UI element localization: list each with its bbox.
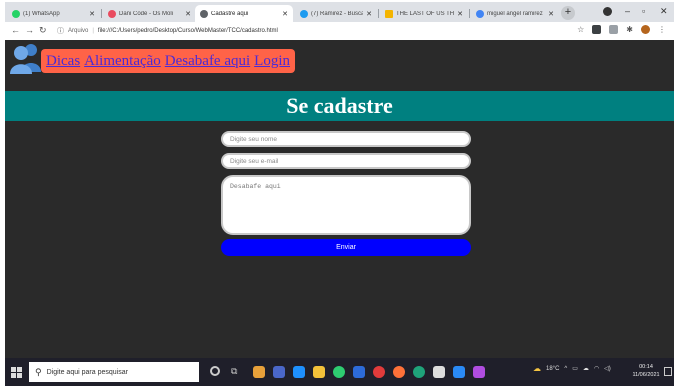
url-scheme: Arquivo <box>68 28 89 34</box>
nav-link-dicas[interactable]: Dicas <box>46 53 80 70</box>
top-navigation: Dicas Alimentação Desabafe aqui Login <box>41 49 296 73</box>
new-tab-button[interactable]: + <box>561 6 575 20</box>
page-title: Se cadastre <box>286 93 393 118</box>
title-bar: Se cadastre <box>5 91 674 121</box>
cortana-icon[interactable] <box>210 366 220 376</box>
info-icon[interactable]: ⓘ <box>57 26 64 36</box>
weather-temp[interactable]: 18°C <box>546 366 559 372</box>
maximize-button[interactable]: ▫ <box>642 6 645 16</box>
close-window-button[interactable]: ✕ <box>660 6 668 17</box>
opera-icon[interactable] <box>373 366 385 378</box>
app-icon[interactable] <box>473 366 485 378</box>
clock-time: 00:14 <box>639 364 653 370</box>
close-tab-icon[interactable]: ✕ <box>89 10 95 18</box>
system-tray: ☁ 18°C ^ ▭ ☁ ◠ ◁) <box>533 364 611 373</box>
taskbar-search[interactable]: ⚲ Digite aqui para pesquisar <box>29 362 199 382</box>
browser-toolbar: ← → ↻ ⓘ Arquivo | file:///C:/Users/pedro… <box>5 22 674 41</box>
nav-link-alimentacao[interactable]: Alimentação <box>84 53 161 70</box>
desktop-screen: (1) WhatsApp ✕ Dani Code - Os Moli ✕ Cad… <box>5 2 674 386</box>
network-icon[interactable]: ▭ <box>572 365 578 372</box>
avatar-icon[interactable] <box>641 25 650 34</box>
cloud-icon[interactable]: ☁ <box>583 365 589 372</box>
tab-twitter[interactable]: (7) Ramirez - Busca d... ✕ <box>295 5 377 22</box>
tab-cadastre[interactable]: Cadastre aqui ✕ <box>195 5 293 22</box>
task-view-icon[interactable]: ⧉ <box>231 366 237 377</box>
tab-dani-code[interactable]: Dani Code - Os Moli ✕ <box>103 5 196 22</box>
page-content: Dicas Alimentação Desabafe aqui Login Se… <box>5 40 674 358</box>
weather-icon[interactable]: ☁ <box>533 364 541 373</box>
nav-link-login[interactable]: Login <box>254 53 290 70</box>
chevron-up-icon[interactable]: ^ <box>564 366 567 372</box>
extension-icon[interactable] <box>609 25 619 34</box>
bookmark-star-icon[interactable]: ☆ <box>577 25 584 34</box>
store-icon[interactable] <box>433 366 445 378</box>
profile-icon[interactable] <box>603 7 612 16</box>
search-icon: ⚲ <box>35 366 42 377</box>
forward-arrow-icon[interactable]: → <box>25 25 34 35</box>
tab-whatsapp[interactable]: (1) WhatsApp ✕ <box>7 5 100 22</box>
close-tab-icon[interactable]: ✕ <box>185 10 191 18</box>
wifi-icon[interactable]: ◠ <box>594 365 599 372</box>
close-tab-icon[interactable]: ✕ <box>282 10 288 18</box>
windows-taskbar: ⚲ Digite aqui para pesquisar ⧉ ☁ 18°C ^ … <box>5 358 674 386</box>
browser-tab-strip: (1) WhatsApp ✕ Dani Code - Os Moli ✕ Cad… <box>5 2 674 22</box>
whatsapp-icon <box>12 9 20 18</box>
back-arrow-icon[interactable]: ← <box>11 25 20 35</box>
windows-start-icon[interactable] <box>11 367 22 378</box>
firefox-icon[interactable] <box>393 366 405 378</box>
menu-icon[interactable]: ⋮ <box>658 25 666 34</box>
tab-title: THE LAST OF US THE <box>396 10 455 17</box>
tab-title: Dani Code - Os Moli <box>119 10 174 17</box>
tab-title: Cadastre aqui <box>211 10 249 17</box>
globe-icon <box>200 9 208 18</box>
signup-form: Digite seu nome Digite seu e-mail Desaba… <box>221 131 471 256</box>
puzzle-icon[interactable]: ✱ <box>626 25 633 34</box>
message-textarea[interactable]: Desabafe aqui <box>221 175 471 235</box>
app-icon[interactable] <box>293 366 305 378</box>
search-placeholder: Digite aqui para pesquisar <box>46 368 128 376</box>
reload-icon[interactable]: ↻ <box>39 25 47 36</box>
submit-button[interactable]: Enviar <box>221 239 471 256</box>
minimize-button[interactable]: – <box>625 6 630 16</box>
app-icon[interactable] <box>253 366 265 378</box>
app-icon[interactable] <box>273 366 285 378</box>
close-tab-icon[interactable]: ✕ <box>457 10 463 18</box>
email-input[interactable]: Digite seu e-mail <box>221 153 471 169</box>
notification-icon[interactable] <box>664 367 672 376</box>
volume-icon[interactable]: ◁) <box>604 365 611 372</box>
vscode-icon[interactable] <box>453 366 465 378</box>
tab-title: (1) WhatsApp <box>23 10 60 17</box>
users-logo-icon <box>10 44 41 74</box>
close-tab-icon[interactable]: ✕ <box>366 10 372 18</box>
tab-google-search[interactable]: miguel angel ramirez ✕ <box>471 5 559 22</box>
clock-date: 11/06/2021 <box>632 372 660 378</box>
name-input[interactable]: Digite seu nome <box>221 131 471 147</box>
folder-icon[interactable] <box>313 366 325 378</box>
browser-actions: ☆ ✱ ⋮ <box>577 25 666 34</box>
close-tab-icon[interactable]: ✕ <box>548 10 554 18</box>
twitter-icon <box>300 9 308 18</box>
url-text: file:///C:/Users/pedro/Desktop/Curso/Web… <box>97 28 278 34</box>
edge-icon[interactable] <box>413 366 425 378</box>
site-icon <box>108 9 116 18</box>
spotify-icon[interactable] <box>333 366 345 378</box>
tab-title: (7) Ramirez - Busca d... <box>311 10 364 17</box>
address-bar[interactable]: ⓘ Arquivo | file:///C:/Users/pedro/Deskt… <box>57 25 577 37</box>
google-icon <box>476 9 484 18</box>
document-icon <box>385 9 393 18</box>
nav-link-desabafe[interactable]: Desabafe aqui <box>165 53 250 70</box>
clock[interactable]: 00:14 11/06/2021 <box>631 363 661 379</box>
tab-title: miguel angel ramirez <box>487 10 543 17</box>
tab-last-of-us[interactable]: THE LAST OF US THE ✕ <box>380 5 468 22</box>
app-icon[interactable] <box>353 366 365 378</box>
extension-icon[interactable] <box>592 25 602 34</box>
